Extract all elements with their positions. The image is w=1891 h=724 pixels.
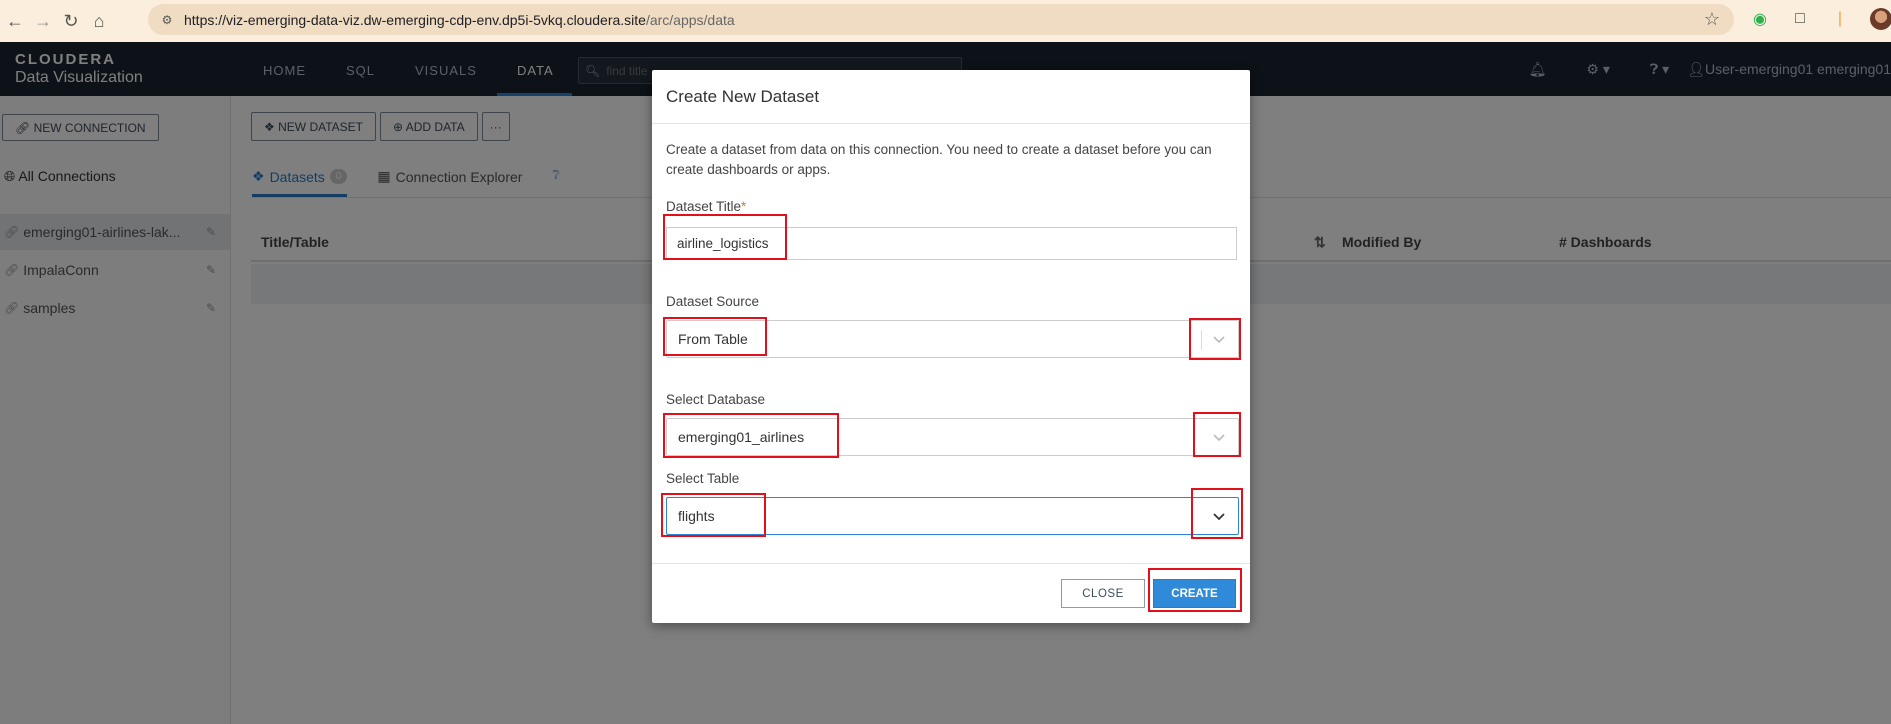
select-table-label: Select Table [666, 471, 740, 486]
dataset-source-select[interactable]: From Table [666, 320, 1239, 358]
dataset-source-value: From Table [678, 331, 748, 347]
browser-toolbar: ← → ↻ ⌂ ⚙ https://viz-emerging-data-viz.… [0, 0, 1891, 42]
profile-avatar[interactable] [1870, 8, 1891, 30]
home-icon[interactable]: ⌂ [86, 8, 112, 34]
dataset-source-label: Dataset Source [666, 294, 760, 309]
address-bar[interactable]: ⚙ https://viz-emerging-data-viz.dw-emerg… [148, 4, 1734, 35]
url-text: https://viz-emerging-data-viz.dw-emergin… [184, 12, 735, 28]
modal-description: Create a dataset from data on this conne… [666, 142, 1212, 177]
table-select[interactable]: flights [666, 497, 1239, 535]
divider [1201, 330, 1202, 350]
dataset-title-label-text: Dataset Title [666, 199, 742, 214]
database-select[interactable]: emerging01_airlines [666, 418, 1239, 456]
database-value: emerging01_airlines [678, 429, 805, 445]
reload-icon[interactable]: ↻ [58, 8, 84, 34]
divider [652, 123, 1250, 124]
dataset-title-input[interactable]: airline_logistics [666, 227, 1237, 260]
create-dataset-modal: Create New Dataset Create a dataset from… [652, 70, 1250, 623]
divider-icon: | [1837, 10, 1843, 27]
bookmark-star-icon[interactable]: ☆ [1704, 9, 1720, 30]
extension-icon[interactable]: ◉ [1750, 9, 1770, 29]
chevron-down-icon[interactable] [1209, 329, 1229, 349]
dataset-title-label: Dataset Title* [666, 199, 746, 214]
select-database-label: Select Database [666, 392, 766, 407]
create-button[interactable]: CREATE [1153, 579, 1236, 608]
forward-icon[interactable]: → [30, 8, 56, 34]
back-icon[interactable]: ← [2, 8, 28, 34]
site-info-icon[interactable]: ⚙ [158, 11, 176, 29]
divider [652, 563, 1250, 564]
url-path: /arc/apps/data [645, 11, 735, 28]
chevron-down-icon[interactable] [1209, 506, 1229, 526]
puzzle-icon[interactable]: □ [1790, 9, 1810, 29]
close-button[interactable]: CLOSE [1061, 579, 1145, 608]
extension-area: ◉ □ | [1750, 8, 1891, 30]
table-value: flights [678, 508, 715, 524]
url-host: https://viz-emerging-data-viz.dw-emergin… [184, 11, 646, 28]
modal-title: Create New Dataset [666, 87, 820, 106]
required-mark: * [741, 199, 747, 214]
chevron-down-icon[interactable] [1209, 427, 1229, 447]
